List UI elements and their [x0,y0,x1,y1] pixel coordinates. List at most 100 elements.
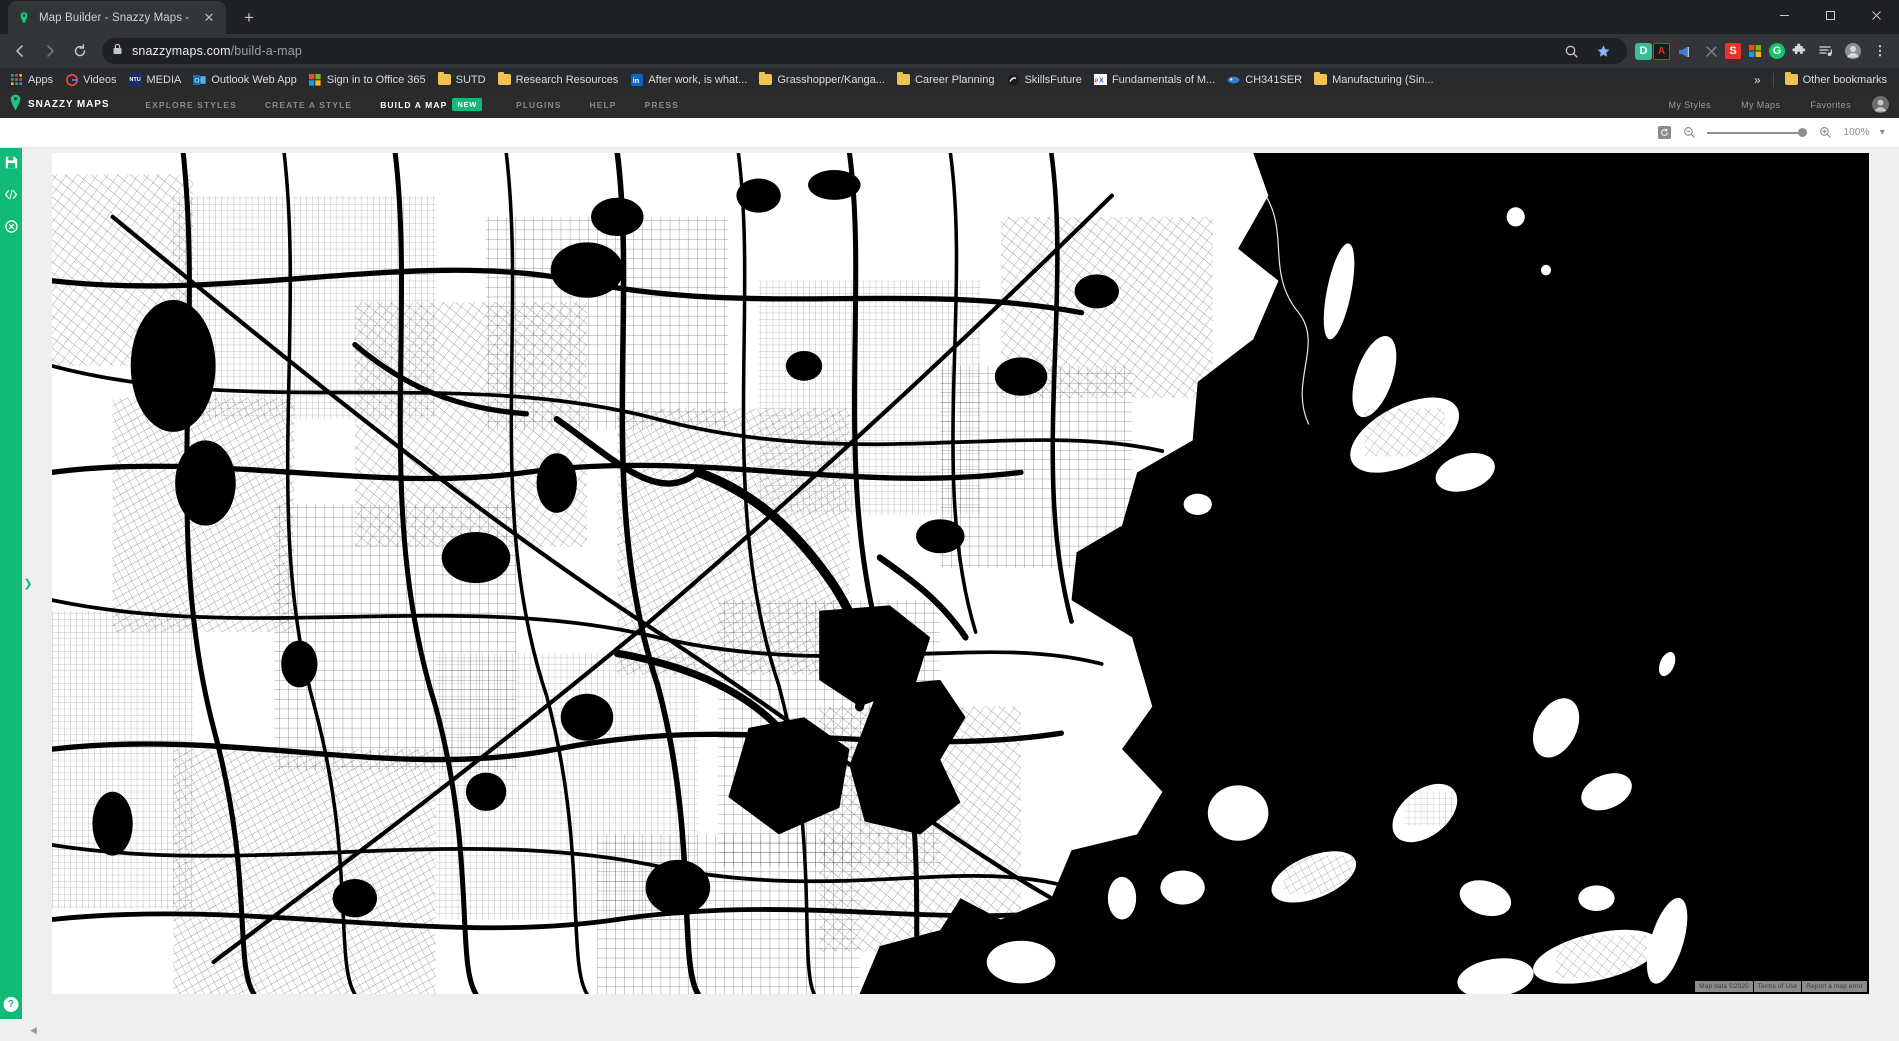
bookmark-label: Outlook Web App [211,74,296,86]
tab-title: Map Builder - Snazzy Maps - Free [39,12,193,24]
bookmark-ch341ser[interactable]: CH341SER [1222,71,1309,88]
reload-icon[interactable] [66,37,94,65]
driver-icon [1227,73,1240,86]
extension-s-icon[interactable]: S [1725,43,1741,59]
search-icon[interactable] [1557,37,1585,65]
bookmark-label: After work, is what... [648,74,747,86]
reset-zoom-icon[interactable] [1658,126,1671,139]
help-button[interactable]: ? [4,997,19,1012]
bookmark-apps[interactable]: Apps [5,71,60,88]
map-zoom-toolbar: 100% ▾ [0,118,1899,148]
zoom-slider[interactable] [1707,126,1807,140]
omnibox-actions [1557,37,1617,65]
profile-avatar-icon[interactable] [1840,38,1866,64]
map-pin-icon [17,11,31,25]
bookmark-after-work-is-what[interactable]: in After work, is what... [625,71,754,88]
nav-link-press[interactable]: PRESS [631,100,693,110]
map-workspace: ? ❯ [0,148,1899,1019]
google-icon [65,73,78,86]
other-bookmarks-button[interactable]: Other bookmarks [1780,71,1894,88]
panel-expand-icon[interactable]: ❯ [22,573,34,595]
bookmarks-overflow-button[interactable]: » [1748,73,1767,87]
bookmark-label: Videos [83,74,116,86]
close-circle-icon[interactable] [4,219,18,233]
chevron-down-icon[interactable]: ▾ [1880,127,1885,138]
zoom-in-icon[interactable] [1817,126,1833,140]
bookmark-grasshopper-kangaroo[interactable]: Grasshopper/Kanga... [754,71,892,88]
terms-of-use-link[interactable]: Terms of Use [1754,981,1802,992]
linkedin-icon: in [630,73,643,86]
bookmark-label: Apps [28,74,53,86]
nav-link-build-a-map[interactable]: BUILD A MAP [366,100,461,110]
extension-close-x-icon[interactable] [1698,38,1724,64]
map-canvas-area: ❯ [22,148,1899,1019]
nav-links: EXPLORE STYLES CREATE A STYLE BUILD A MA… [131,98,693,111]
maximize-icon[interactable] [1807,0,1853,30]
nav-link-help[interactable]: HELP [575,100,630,110]
extensions-puzzle-icon[interactable] [1786,38,1812,64]
bookmark-sign-in-to-office-365[interactable]: Sign in to Office 365 [304,71,433,88]
nav-link-my-styles[interactable]: My Styles [1653,100,1726,110]
zoom-slider-thumb[interactable] [1798,128,1807,137]
nav-link-my-maps[interactable]: My Maps [1726,100,1795,110]
nav-link-plugins[interactable]: PLUGINS [502,100,575,110]
close-window-icon[interactable] [1853,0,1899,30]
other-bookmarks-label: Other bookmarks [1803,74,1887,86]
back-icon[interactable] [6,37,34,65]
map-viewport[interactable]: Map data ©2020 Terms of Use Report a map… [52,153,1869,994]
bookmark-manufacturing-sin[interactable]: Manufacturing (Sin... [1309,71,1441,88]
map-canvas[interactable] [52,153,1869,994]
site-navbar: SNAZZY MAPS EXPLORE STYLES CREATE A STYL… [0,91,1899,118]
bookmark-skillsfuture[interactable]: SkillsFuture [1001,71,1088,88]
save-icon[interactable] [4,155,18,169]
close-icon[interactable]: ✕ [201,10,217,26]
nav-link-favorites[interactable]: Favorites [1795,100,1866,110]
bookmark-sutd[interactable]: SUTD [433,71,493,88]
extensions-row: D A S G ⋮ [1635,38,1893,64]
apps-grid-icon [10,73,23,86]
folder-icon [1785,73,1798,86]
nav-link-explore-styles[interactable]: EXPLORE STYLES [131,100,250,110]
extension-windows-icon[interactable] [1742,38,1768,64]
bookmark-label: SkillsFuture [1024,74,1081,86]
bookmark-career-planning[interactable]: Career Planning [892,71,1002,88]
chrome-menu-icon[interactable]: ⋮ [1867,38,1893,64]
extension-docs-icon[interactable]: D [1635,43,1652,60]
folder-icon [897,73,910,86]
extension-megaphone-icon[interactable] [1671,38,1697,64]
nav-account-links: My Styles My Maps Favorites [1653,96,1889,113]
new-tab-button[interactable]: + [236,5,262,31]
folder-icon [759,73,772,86]
address-bar[interactable]: snazzymaps.com/build-a-map [102,38,1627,64]
ntu-icon: NTU [129,73,142,86]
bookmark-fundamentals-of-m[interactable]: eX Fundamentals of M... [1089,71,1222,88]
bookmark-star-icon[interactable] [1589,37,1617,65]
nav-link-create-a-style[interactable]: CREATE A STYLE [251,100,366,110]
zoom-slider-track [1707,132,1807,134]
bookmark-outlook-web-app[interactable]: O Outlook Web App [188,71,303,88]
forward-icon[interactable] [36,37,64,65]
bookmark-label: MEDIA [147,74,182,86]
minimize-icon[interactable] [1761,0,1807,30]
bookmark-research-resources[interactable]: Research Resources [493,71,626,88]
folder-icon [438,73,451,86]
collapse-arrow-icon[interactable]: ◀ [30,1025,37,1036]
bookmark-label: Career Planning [915,74,995,86]
avatar[interactable] [1872,96,1889,113]
code-icon[interactable] [4,187,18,201]
bookmark-label: Sign in to Office 365 [327,74,426,86]
browser-tab[interactable]: Map Builder - Snazzy Maps - Free ✕ [8,1,226,34]
bookmark-videos[interactable]: Videos [60,71,123,88]
brand-logo[interactable]: SNAZZY MAPS [10,94,109,116]
bottom-strip: ◀ [0,1019,1899,1041]
extension-grammarly-icon[interactable]: G [1769,43,1785,59]
extension-adobe-acrobat-icon[interactable]: A [1653,43,1670,60]
bookmark-media[interactable]: NTU MEDIA [124,71,189,88]
svg-text:X: X [1099,77,1104,84]
window-controls [1761,0,1899,30]
report-map-error-link[interactable]: Report a map error [1802,981,1867,992]
lock-icon [112,42,123,60]
reading-list-icon[interactable] [1813,38,1839,64]
bookmark-label: CH341SER [1245,74,1302,86]
zoom-out-icon[interactable] [1681,126,1697,140]
